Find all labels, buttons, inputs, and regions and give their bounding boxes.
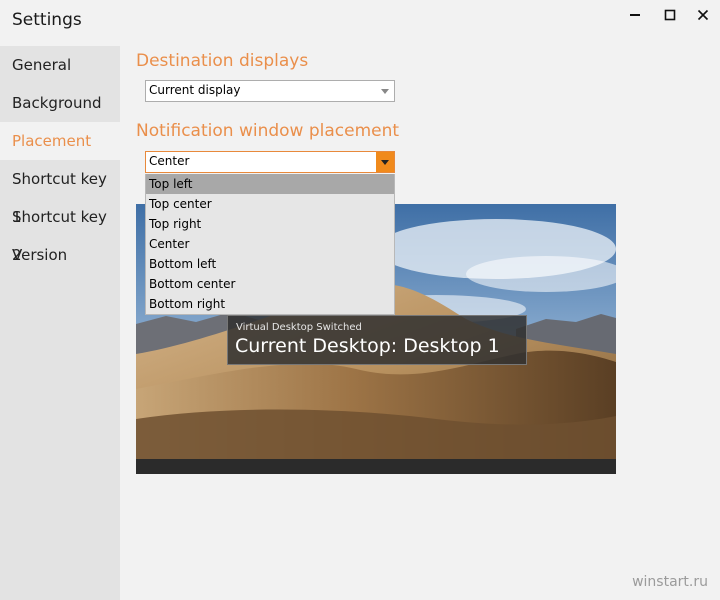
- sidebar-item-version[interactable]: Version: [0, 236, 120, 274]
- window-title: Settings: [12, 10, 82, 30]
- chevron-down-icon: [376, 152, 394, 172]
- close-button[interactable]: [688, 4, 718, 26]
- destination-displays-heading: Destination displays: [136, 51, 309, 71]
- placement-option-center[interactable]: Center: [146, 234, 394, 254]
- maximize-icon: [664, 9, 676, 21]
- notification-text: Current Desktop: Desktop 1: [235, 335, 500, 357]
- minimize-icon: [630, 14, 640, 16]
- destination-display-value: Current display: [149, 83, 241, 97]
- notification-caption: Virtual Desktop Switched: [236, 322, 362, 333]
- notification-placement-heading: Notification window placement: [136, 121, 400, 141]
- chevron-down-icon: [376, 81, 394, 101]
- sidebar-item-background[interactable]: Background: [0, 84, 120, 122]
- placement-value: Center: [149, 154, 190, 168]
- watermark: winstart.ru: [632, 574, 708, 590]
- placement-option-bottom-left[interactable]: Bottom left: [146, 254, 394, 274]
- notification-popup: Virtual Desktop Switched Current Desktop…: [227, 315, 527, 365]
- sidebar-item-general[interactable]: General: [0, 46, 120, 84]
- maximize-button[interactable]: [655, 4, 685, 26]
- placement-option-bottom-center[interactable]: Bottom center: [146, 274, 394, 294]
- minimize-button[interactable]: [620, 4, 650, 26]
- placement-option-bottom-right[interactable]: Bottom right: [146, 294, 394, 314]
- placement-option-top-left[interactable]: Top left: [146, 174, 394, 194]
- destination-display-select[interactable]: Current display: [145, 80, 395, 102]
- sidebar-item-shortcut-key-2[interactable]: Shortcut key 2: [0, 198, 120, 264]
- title-bar: Settings: [0, 0, 720, 46]
- placement-dropdown-list: Top left Top center Top right Center Bot…: [145, 174, 395, 315]
- placement-select[interactable]: Center: [145, 151, 395, 173]
- placement-option-top-center[interactable]: Top center: [146, 194, 394, 214]
- sidebar-item-shortcut-key-1[interactable]: Shortcut key 1: [0, 160, 120, 226]
- sidebar-item-placement[interactable]: Placement: [0, 122, 120, 160]
- sidebar: General Background Placement Shortcut ke…: [0, 46, 120, 600]
- placement-option-top-right[interactable]: Top right: [146, 214, 394, 234]
- close-icon: [697, 9, 709, 21]
